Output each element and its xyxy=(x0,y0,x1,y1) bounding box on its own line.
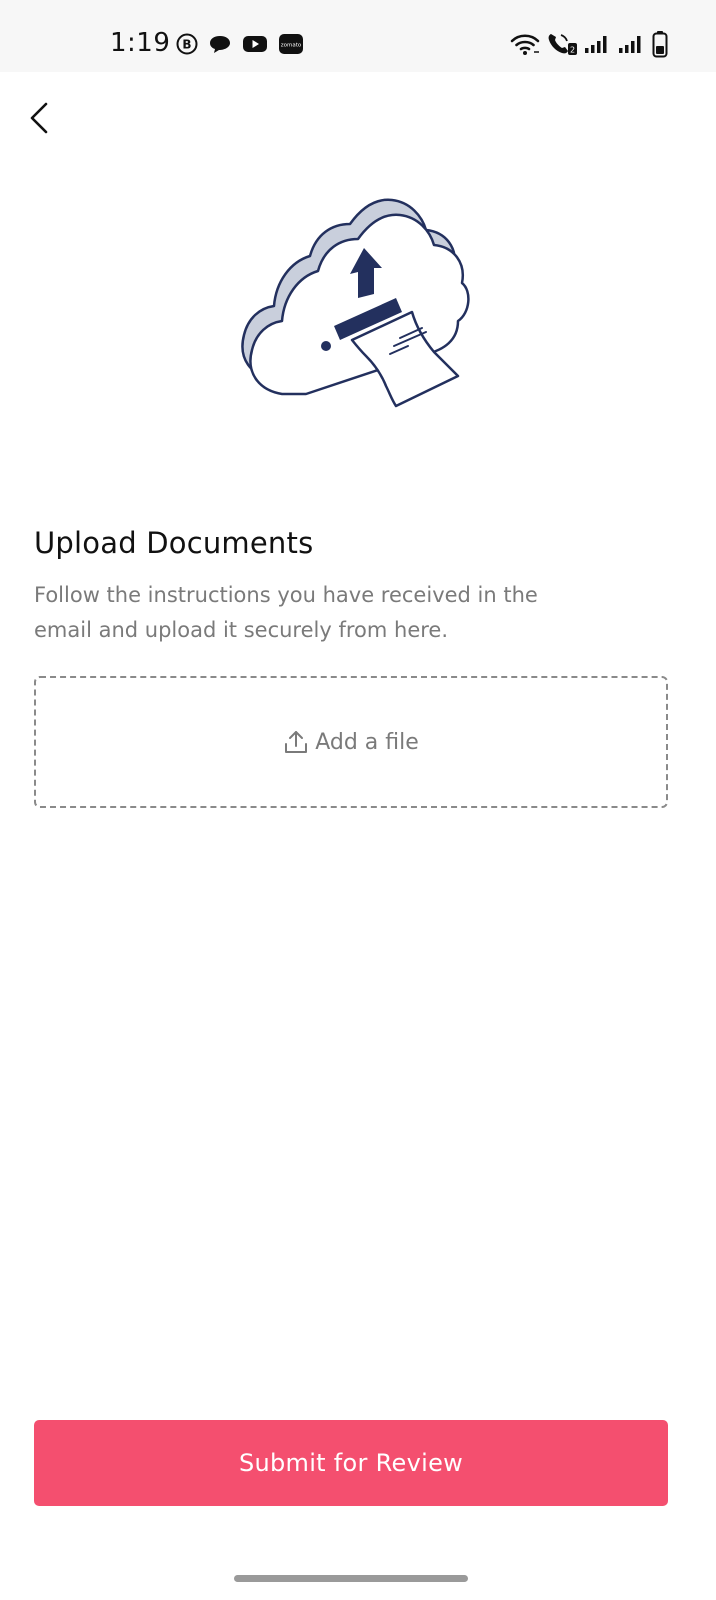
status-bar: 1:19 B zomato 2 xyxy=(0,0,716,72)
youtube-icon xyxy=(243,36,267,52)
home-indicator[interactable] xyxy=(234,1575,468,1582)
cloud-upload-document-icon xyxy=(241,198,470,408)
zomato-icon: zomato xyxy=(279,34,303,54)
status-time: 1:19 xyxy=(110,28,171,58)
wifi-icon xyxy=(510,34,540,55)
chat-bubble-icon xyxy=(210,36,230,53)
page-subtitle: Follow the instructions you have receive… xyxy=(34,583,538,642)
b-circle-icon: B xyxy=(176,33,198,55)
svg-text:zomato: zomato xyxy=(281,43,302,49)
chevron-left-icon xyxy=(30,102,48,134)
submit-for-review-button[interactable]: Submit for Review xyxy=(34,1420,668,1506)
signal-icon xyxy=(585,36,607,53)
system-status-icons: 2 xyxy=(510,30,668,58)
volte-call-icon: 2 xyxy=(548,34,577,55)
upload-documents-screen: 1:19 B zomato 2 Upload Documents Follow … xyxy=(0,0,716,1600)
back-button[interactable] xyxy=(22,96,62,140)
signal-icon xyxy=(619,36,641,53)
add-file-label: Add a file xyxy=(315,729,419,755)
page-title: Upload Documents xyxy=(34,526,314,560)
svg-text:2: 2 xyxy=(570,46,575,55)
notification-icons: B zomato xyxy=(176,32,304,56)
svg-text:B: B xyxy=(182,38,191,52)
upload-icon xyxy=(285,731,308,753)
battery-icon xyxy=(652,31,668,58)
upload-illustration xyxy=(236,190,472,420)
add-file-dropzone[interactable]: Add a file xyxy=(34,676,668,808)
